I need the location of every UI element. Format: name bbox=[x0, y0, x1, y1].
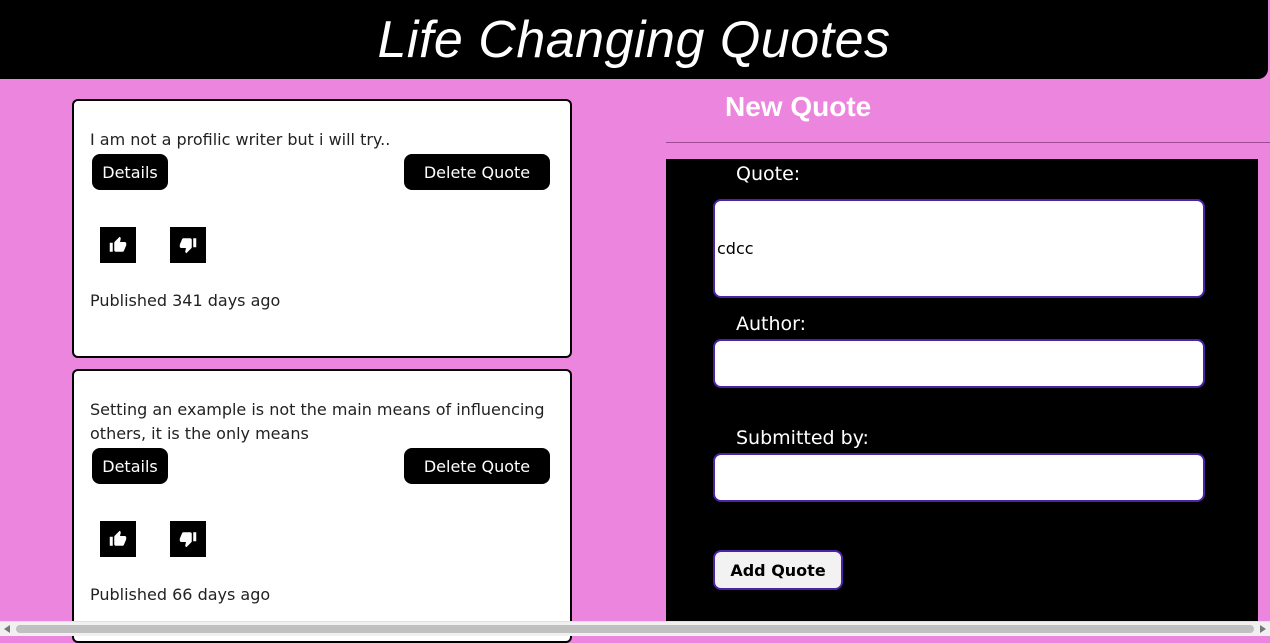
upvote-button[interactable] bbox=[100, 227, 136, 263]
quote-card: Setting an example is not the main means… bbox=[72, 369, 572, 643]
delete-quote-button[interactable]: Delete Quote bbox=[404, 448, 550, 484]
quote-input-value: cdcc bbox=[717, 239, 754, 258]
quote-text: Setting an example is not the main means… bbox=[90, 400, 545, 443]
upvote-button[interactable] bbox=[100, 521, 136, 557]
scrollbar-thumb[interactable] bbox=[16, 625, 1254, 633]
horizontal-scrollbar[interactable] bbox=[0, 621, 1270, 636]
quote-textarea[interactable]: cdcc bbox=[713, 199, 1205, 298]
published-date: Published 66 days ago bbox=[90, 585, 271, 604]
quote-text: I am not a profilic writer but i will tr… bbox=[90, 130, 391, 149]
scroll-left-arrow[interactable] bbox=[0, 622, 14, 636]
thumbs-down-icon bbox=[179, 532, 197, 548]
site-header: Life Changing Quotes bbox=[0, 0, 1268, 79]
thumbs-up-icon bbox=[109, 236, 127, 252]
submitted-by-label: Submitted by: bbox=[736, 427, 869, 449]
delete-quote-button[interactable]: Delete Quote bbox=[404, 154, 550, 190]
site-title: Life Changing Quotes bbox=[377, 10, 891, 69]
author-label: Author: bbox=[736, 313, 807, 335]
details-button[interactable]: Details bbox=[92, 154, 168, 190]
quote-card: I am not a profilic writer but i will tr… bbox=[72, 99, 572, 358]
new-quote-heading: New Quote bbox=[725, 91, 872, 122]
author-input[interactable] bbox=[713, 339, 1205, 388]
divider bbox=[666, 142, 1270, 143]
thumbs-up-icon bbox=[109, 530, 127, 546]
quote-label: Quote: bbox=[736, 163, 801, 185]
triangle-right-icon bbox=[1260, 625, 1266, 633]
downvote-button[interactable] bbox=[170, 521, 206, 557]
new-quote-form: Quote: cdcc Author: Submitted by: Add Qu… bbox=[666, 159, 1258, 636]
submitted-by-input[interactable] bbox=[713, 453, 1205, 502]
thumbs-down-icon bbox=[179, 238, 197, 254]
scroll-right-arrow[interactable] bbox=[1256, 622, 1270, 636]
add-quote-button[interactable]: Add Quote bbox=[713, 550, 843, 590]
published-date: Published 341 days ago bbox=[90, 291, 281, 310]
downvote-button[interactable] bbox=[170, 227, 206, 263]
triangle-left-icon bbox=[4, 625, 10, 633]
details-button[interactable]: Details bbox=[92, 448, 168, 484]
